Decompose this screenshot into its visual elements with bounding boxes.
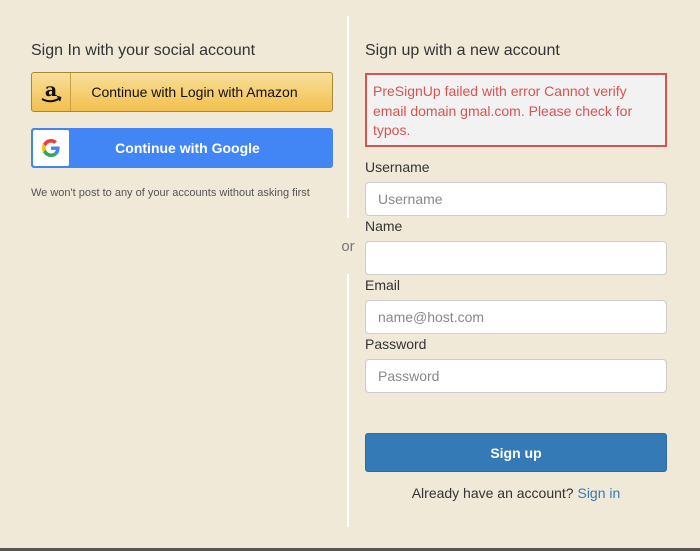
- privacy-note: We won't post to any of your accounts wi…: [31, 187, 310, 199]
- amazon-login-button[interactable]: a Continue with Login with Amazon: [31, 72, 333, 112]
- password-input[interactable]: [365, 359, 667, 393]
- or-separator: or: [341, 238, 355, 255]
- svg-text:a: a: [45, 79, 57, 101]
- email-input[interactable]: [365, 300, 667, 334]
- username-input[interactable]: [365, 182, 667, 216]
- signup-heading: Sign up with a new account: [365, 42, 560, 59]
- google-button-label: Continue with Google: [115, 140, 260, 156]
- name-input[interactable]: [365, 241, 667, 275]
- signin-prompt: Already have an account? Sign in: [365, 485, 667, 501]
- signin-link[interactable]: Sign in: [577, 485, 620, 501]
- username-label: Username: [365, 159, 430, 175]
- password-label: Password: [365, 336, 427, 352]
- google-login-button[interactable]: Continue with Google: [31, 128, 333, 168]
- signup-button[interactable]: Sign up: [365, 433, 667, 472]
- google-logo-icon: [33, 130, 69, 166]
- amazon-button-label: Continue with Login with Amazon: [91, 84, 298, 100]
- social-heading: Sign In with your social account: [31, 42, 256, 59]
- name-label: Name: [365, 218, 403, 234]
- email-label: Email: [365, 277, 401, 293]
- have-account-text: Already have an account?: [411, 485, 574, 501]
- amazon-logo-icon: a: [32, 73, 71, 111]
- error-message: PreSignUp failed with error Cannot verif…: [365, 73, 667, 147]
